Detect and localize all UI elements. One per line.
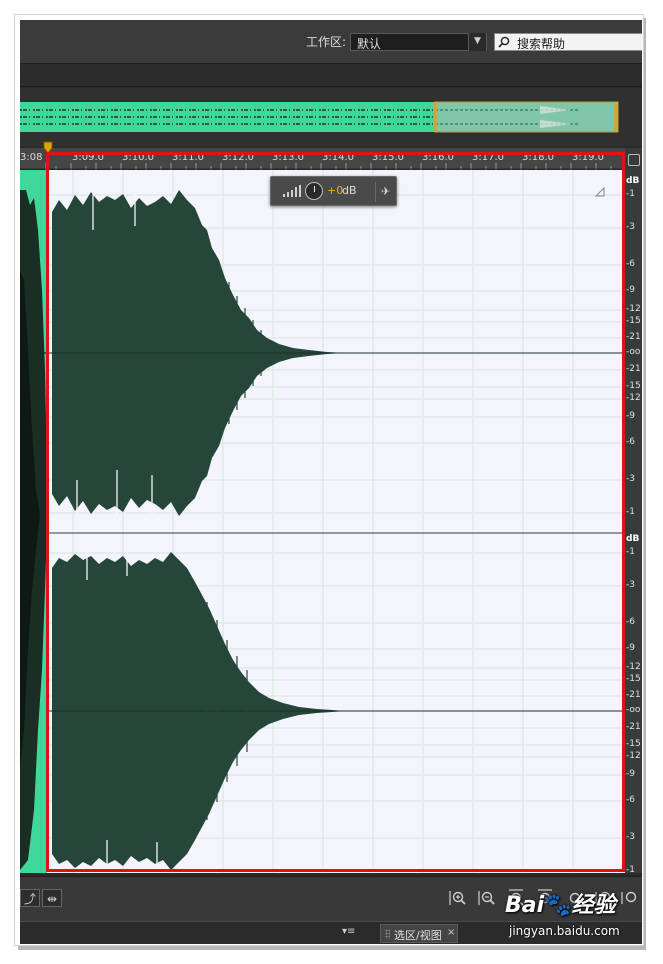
waveform-editor[interactable] xyxy=(47,170,625,873)
scale-label: -oo xyxy=(626,705,641,715)
previous-audio-strip xyxy=(20,170,47,873)
headphone-icon[interactable] xyxy=(628,154,640,166)
baidu-watermark: Bai🐾经验 jingyan.baidu.com xyxy=(505,887,645,945)
scale-label: -3 xyxy=(626,580,635,590)
previous-audio-waveform xyxy=(20,190,47,870)
overview-waveform[interactable] xyxy=(20,88,642,146)
gain-value[interactable]: +0 xyxy=(327,184,343,197)
scale-label: -15 xyxy=(626,674,641,684)
grip-icon xyxy=(385,929,390,939)
scale-label: -21 xyxy=(626,332,641,342)
search-help-text: 搜索帮助 xyxy=(517,37,566,51)
scale-label: -6 xyxy=(626,437,635,447)
ruler-label: 3:19.0 xyxy=(572,152,604,163)
ruler-label: 3:15.0 xyxy=(372,152,404,163)
editor-tab-strip xyxy=(20,65,642,87)
scale-label: -1 xyxy=(626,547,635,557)
scale-label: -12 xyxy=(626,304,641,314)
scale-label: -6 xyxy=(626,259,635,269)
ruler-label: 3:12.0 xyxy=(222,152,254,163)
scale-label: -12 xyxy=(626,393,641,403)
scale-label: -9 xyxy=(626,411,635,421)
workspace-value: 默认 xyxy=(357,37,382,51)
scale-label: -1 xyxy=(626,507,635,517)
panel-menu-icon[interactable]: ▾≡ xyxy=(342,926,355,937)
scale-label: -21 xyxy=(626,364,641,374)
scale-label: -12 xyxy=(626,751,641,761)
scale-label: -oo xyxy=(626,347,641,357)
gain-knob[interactable] xyxy=(305,182,323,200)
scale-label: -3 xyxy=(626,474,635,484)
ruler-label: 3:18.0 xyxy=(522,152,554,163)
resize-corner-icon[interactable] xyxy=(595,187,605,197)
ruler-label: 3:13.0 xyxy=(272,152,304,163)
scale-label: -21 xyxy=(626,690,641,700)
audition-window: 工作区: 默认 ▼ 搜索帮助 3:08 3:09.0 3:10.0 3:11.0… xyxy=(20,20,642,944)
ruler-label: 3:14.0 xyxy=(322,152,354,163)
scale-label: -9 xyxy=(626,643,635,653)
watermark-url: jingyan.baidu.com xyxy=(509,924,620,938)
gain-unit: dB xyxy=(342,184,357,197)
overview-waveform-graphic xyxy=(20,101,619,133)
search-icon xyxy=(498,36,510,48)
ruler-label: 3:10.0 xyxy=(122,152,154,163)
scale-label: -15 xyxy=(626,739,641,749)
zoom-in-amplitude-icon[interactable] xyxy=(448,888,468,908)
hud-divider xyxy=(375,182,376,202)
gain-hud[interactable]: +0 dB ✈ xyxy=(270,176,397,206)
scale-label: -1 xyxy=(626,189,635,199)
scale-label: -15 xyxy=(626,316,641,326)
scale-unit: dB xyxy=(626,176,640,186)
waveform-display xyxy=(47,170,625,873)
chevron-down-icon[interactable]: ▼ xyxy=(468,33,486,51)
time-ruler[interactable]: 3:08 3:09.0 3:10.0 3:11.0 3:12.0 3:13.0 … xyxy=(20,148,642,170)
tab-selection-view[interactable]: 选区/视图 × xyxy=(380,924,458,943)
scale-label: -21 xyxy=(626,722,641,732)
export-icon[interactable]: ⤴ xyxy=(20,889,40,907)
ruler-label: 3:16.0 xyxy=(422,152,454,163)
search-help-input[interactable]: 搜索帮助 xyxy=(494,33,642,51)
header-bar: 工作区: 默认 ▼ 搜索帮助 xyxy=(20,20,642,64)
scale-label: -6 xyxy=(626,617,635,627)
scale-label: -12 xyxy=(626,662,641,672)
scale-label: -3 xyxy=(626,832,635,842)
ruler-label: 3:17.0 xyxy=(472,152,504,163)
ruler-label: 3:09.0 xyxy=(72,152,104,163)
workspace-label: 工作区: xyxy=(306,35,347,49)
scale-label: -9 xyxy=(626,769,635,779)
zoom-out-amplitude-icon[interactable] xyxy=(477,888,497,908)
amplitude-scale: dB -1 -3 -6 -9 -12 -15 -21 -oo -21 -15 -… xyxy=(625,148,642,873)
ruler-label-start: 3:08 xyxy=(20,152,43,163)
scale-label: -9 xyxy=(626,285,635,295)
scale-label: -3 xyxy=(626,222,635,232)
ruler-label: 3:11.0 xyxy=(172,152,204,163)
scale-label: -15 xyxy=(626,381,641,391)
skip-selection-icon[interactable]: ⇹ xyxy=(42,889,62,907)
scale-unit: dB xyxy=(626,534,640,544)
watermark-logo: Bai🐾经验 xyxy=(505,893,616,918)
pin-icon[interactable]: ✈ xyxy=(381,185,390,198)
playhead-icon[interactable] xyxy=(43,141,53,155)
workspace-select[interactable]: 默认 xyxy=(350,33,487,51)
level-bars-icon xyxy=(283,185,301,197)
close-icon[interactable]: × xyxy=(447,927,455,938)
scale-label: -1 xyxy=(626,865,635,873)
scale-label: -6 xyxy=(626,795,635,805)
tab-selection-view-label: 选区/视图 xyxy=(394,929,442,942)
